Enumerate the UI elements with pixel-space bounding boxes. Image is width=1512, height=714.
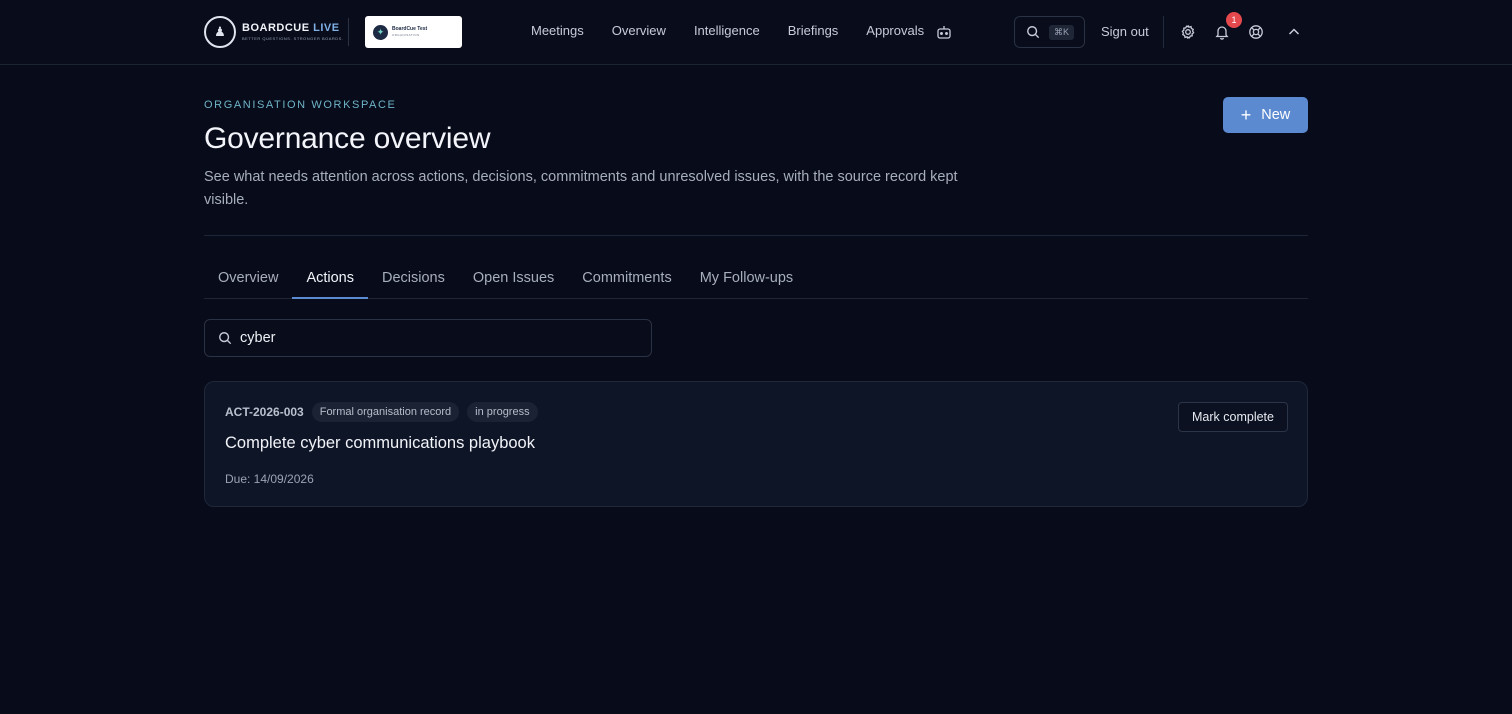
search-icon	[219, 332, 232, 345]
action-card[interactable]: ACT-2026-003 Formal organisation record …	[204, 381, 1308, 507]
action-due-date: Due: 14/09/2026	[225, 472, 314, 486]
actions-search-input[interactable]	[240, 330, 620, 346]
tab-my-follow-ups[interactable]: My Follow-ups	[686, 258, 807, 298]
nav-meetings[interactable]: Meetings	[531, 23, 584, 38]
nav-intelligence[interactable]: Intelligence	[694, 23, 760, 38]
logo-main-text: BOARDCUE LIVE	[242, 23, 343, 34]
chevron-up-icon[interactable]	[1286, 24, 1302, 40]
page-description: See what needs attention across actions,…	[204, 169, 958, 208]
logo-emblem-icon: ♟	[204, 16, 236, 48]
action-title[interactable]: Complete cyber communications playbook	[225, 434, 535, 453]
logo-tagline: BETTER QUESTIONS. STRONGER BOARDS.	[242, 36, 344, 41]
tab-open-issues[interactable]: Open Issues	[459, 258, 568, 298]
gear-icon[interactable]	[1180, 24, 1196, 40]
mark-complete-button[interactable]: Mark complete	[1178, 402, 1288, 432]
governance-tabs: Overview Actions Decisions Open Issues C…	[204, 258, 1308, 299]
page-title: Governance overview	[204, 122, 491, 155]
global-search-button[interactable]: ⌘K	[1014, 16, 1085, 48]
workspace-eyebrow: ORGANISATION WORKSPACE	[204, 99, 397, 111]
search-shortcut: ⌘K	[1049, 24, 1075, 40]
app-logo[interactable]: ♟ BOARDCUE LIVE BETTER QUESTIONS. STRONG…	[204, 16, 343, 48]
sign-out-link[interactable]: Sign out	[1101, 24, 1149, 39]
plus-icon: +	[1240, 105, 1252, 125]
organisation-text: BoardCue Test ORGANISATION	[392, 27, 427, 37]
main-nav: Meetings Overview Intelligence Briefings…	[531, 23, 924, 38]
header-divider	[1163, 16, 1164, 48]
heading-divider	[204, 235, 1308, 236]
nav-overview[interactable]: Overview	[612, 23, 666, 38]
top-navigation-bar: ♟ BOARDCUE LIVE BETTER QUESTIONS. STRONG…	[0, 0, 1512, 65]
actions-search-box	[204, 319, 652, 357]
organisation-name: BoardCue Test	[392, 26, 428, 32]
action-reference: ACT-2026-003	[225, 405, 304, 419]
logo-wordmark: BOARDCUE LIVE BETTER QUESTIONS. STRONGER…	[242, 23, 343, 41]
organisation-switcher[interactable]: ✦ BoardCue Test ORGANISATION	[365, 16, 462, 48]
new-button-label: New	[1261, 107, 1291, 123]
bell-icon[interactable]	[1214, 24, 1230, 40]
organisation-logo-icon: ✦	[373, 24, 388, 40]
record-type-badge: Formal organisation record	[311, 402, 460, 422]
notification-count-badge: 1	[1226, 12, 1242, 28]
assistant-bot-icon[interactable]	[936, 24, 952, 40]
tab-actions[interactable]: Actions	[292, 258, 368, 299]
search-icon	[1027, 26, 1040, 39]
nav-briefings[interactable]: Briefings	[788, 23, 839, 38]
new-button[interactable]: + New	[1223, 97, 1308, 133]
organisation-subtitle: ORGANISATION	[392, 33, 420, 37]
logo-divider	[348, 18, 349, 46]
help-lifebuoy-icon[interactable]	[1248, 24, 1264, 40]
tab-commitments[interactable]: Commitments	[568, 258, 685, 298]
nav-approvals[interactable]: Approvals	[866, 23, 924, 38]
logo-accent-word: LIVE	[313, 22, 340, 34]
tab-overview[interactable]: Overview	[204, 258, 292, 298]
tab-decisions[interactable]: Decisions	[368, 258, 459, 298]
logo-main-word: BOARDCUE	[242, 22, 310, 34]
status-badge: in progress	[467, 402, 538, 422]
action-meta: ACT-2026-003 Formal organisation record …	[225, 402, 538, 422]
